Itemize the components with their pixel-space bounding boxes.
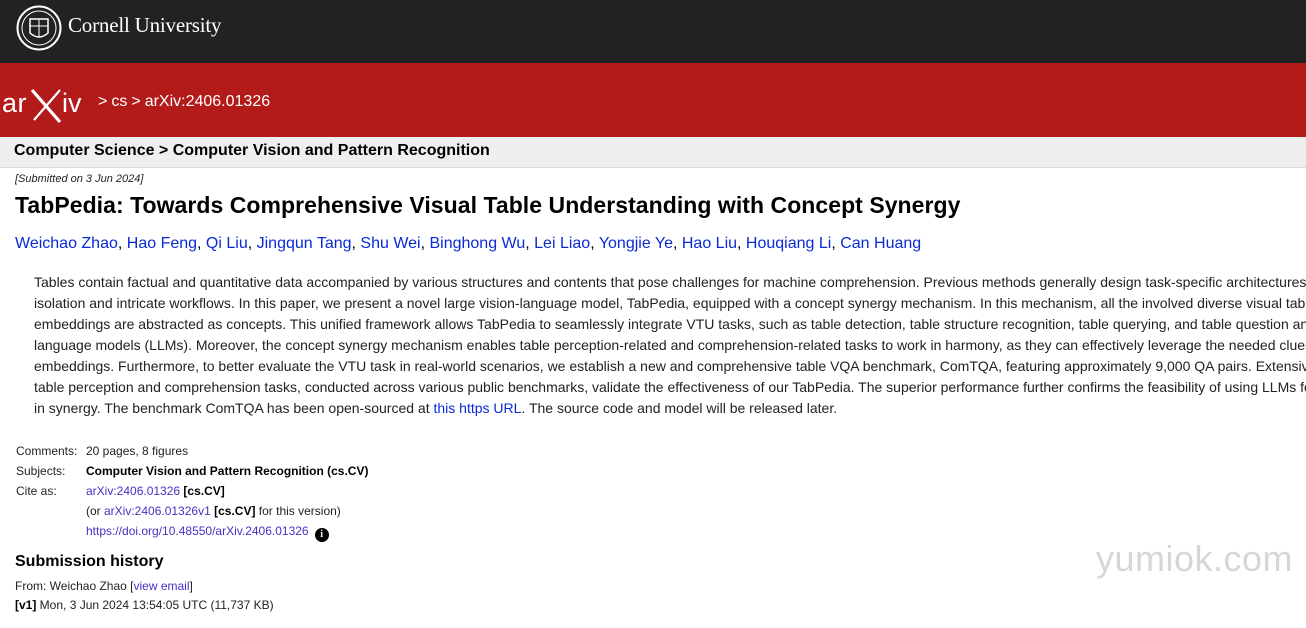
breadcrumb-cs[interactable]: cs xyxy=(111,93,127,110)
submitter-text: From: Weichao Zhao [ xyxy=(15,579,134,593)
author-link[interactable]: Shu Wei xyxy=(360,235,420,252)
svg-text:iv: iv xyxy=(62,88,82,118)
author-separator: , xyxy=(831,235,841,252)
author-link[interactable]: Hao Liu xyxy=(682,235,737,252)
version-v1-details: Mon, 3 Jun 2024 13:54:05 UTC (11,737 KB) xyxy=(36,598,274,612)
paper-title: TabPedia: Towards Comprehensive Visual T… xyxy=(15,192,961,218)
author-separator: , xyxy=(672,235,682,252)
cite-id-link[interactable]: arXiv:2406.01326 xyxy=(86,484,180,498)
abstract-text: . The source code and model will be rele… xyxy=(521,400,838,416)
comments-label: Comments: xyxy=(16,444,78,458)
cornell-seal-icon[interactable] xyxy=(16,5,62,51)
abstract-line: in synergy. The benchmark ComTQA has bee… xyxy=(34,398,1306,419)
author-link[interactable]: Can Huang xyxy=(840,235,921,252)
doi-link[interactable]: https://doi.org/10.48550/arXiv.2406.0132… xyxy=(86,524,309,538)
cite-label: Cite as: xyxy=(16,484,57,498)
author-link[interactable]: Hao Feng xyxy=(127,235,197,252)
author-link[interactable]: Lei Liao xyxy=(534,235,590,252)
abstract-line: embeddings are abstracted as concepts. T… xyxy=(34,316,1306,332)
comments-value: 20 pages, 8 figures xyxy=(86,444,189,458)
abstract-line: embeddings. Furthermore, to better evalu… xyxy=(34,358,1306,374)
author-list: Weichao Zhao, Hao Feng, Qi Liu, Jingqun … xyxy=(15,235,921,253)
author-separator: , xyxy=(247,235,257,252)
subjects-value: Computer Vision and Pattern Recognition … xyxy=(86,464,369,478)
author-separator: , xyxy=(525,235,535,252)
category-heading: Computer Science > Computer Vision and P… xyxy=(14,142,490,159)
watermark: yumiok.com xyxy=(1096,538,1294,579)
author-link[interactable]: Jingqun Tang xyxy=(257,235,352,252)
author-link[interactable]: Yongjie Ye xyxy=(599,235,673,252)
author-link[interactable]: Houqiang Li xyxy=(746,235,831,252)
cite-version-link[interactable]: arXiv:2406.01326v1 xyxy=(104,504,211,518)
view-email-link[interactable]: view email xyxy=(134,579,190,593)
submitter-line: From: Weichao Zhao [view email] xyxy=(15,579,193,593)
author-link[interactable]: Binghong Wu xyxy=(429,235,525,252)
cite-version-category: [cs.CV] xyxy=(214,504,256,518)
breadcrumb-sep: > xyxy=(131,93,141,110)
version-v1-line: [v1] Mon, 3 Jun 2024 13:54:05 UTC (11,73… xyxy=(15,598,274,612)
author-separator: , xyxy=(590,235,599,252)
abstract-line: language models (LLMs). Moreover, the co… xyxy=(34,337,1306,353)
submission-date: [Submitted on 3 Jun 2024] xyxy=(15,173,144,185)
abstract: Tables contain factual and quantitative … xyxy=(34,272,1306,422)
cite-version-suffix: for this version) xyxy=(255,504,341,518)
cite-category: [cs.CV] xyxy=(183,484,225,498)
submission-history-heading: Submission history xyxy=(15,553,164,570)
breadcrumb-sep: > xyxy=(98,93,108,110)
info-icon[interactable]: i xyxy=(314,528,329,542)
arxiv-logo[interactable]: ar iv xyxy=(2,84,94,124)
abstract-line: Tables contain factual and quantitative … xyxy=(34,274,1306,290)
svg-text:ar: ar xyxy=(2,88,27,118)
breadcrumb-paper-id: arXiv:2406.01326 xyxy=(144,93,271,110)
abstract-line: table perception and comprehension tasks… xyxy=(34,379,1306,395)
author-separator: , xyxy=(197,235,206,252)
author-link[interactable]: Weichao Zhao xyxy=(15,235,118,252)
author-separator: , xyxy=(737,235,746,252)
abstract-text: in synergy. The benchmark ComTQA has bee… xyxy=(34,400,434,416)
university-name[interactable]: Cornell University xyxy=(68,13,221,38)
cite-or-prefix: (or xyxy=(86,504,104,518)
subjects-label: Subjects: xyxy=(16,464,66,478)
author-link[interactable]: Qi Liu xyxy=(206,235,248,252)
abstract-line: isolation and intricate workflows. In th… xyxy=(34,295,1306,311)
version-v1-label: [v1] xyxy=(15,598,37,612)
dataset-url-link[interactable]: this https URL xyxy=(433,400,521,416)
submitter-suffix: ] xyxy=(189,579,193,593)
breadcrumb: > cs > arXiv:2406.01326 xyxy=(98,93,274,111)
author-separator: , xyxy=(117,235,127,252)
